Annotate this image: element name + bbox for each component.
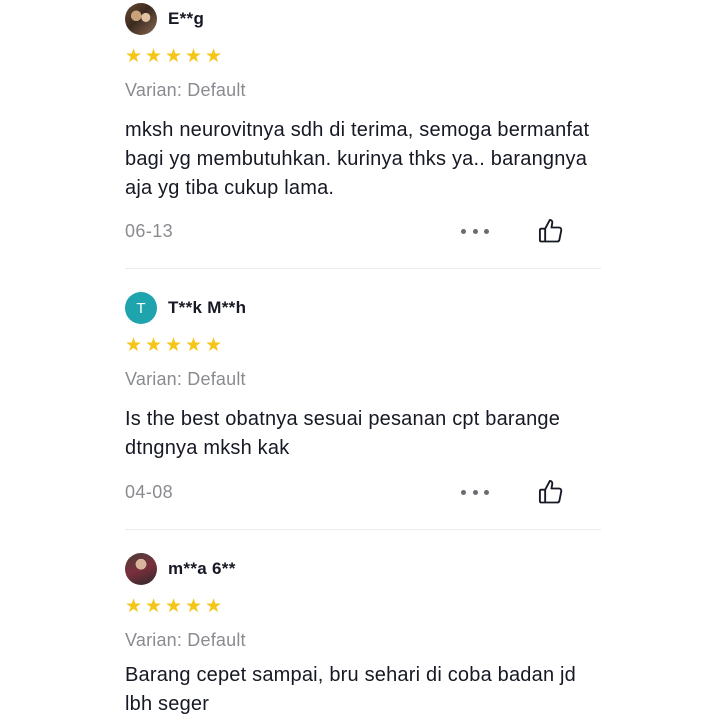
star-icon: ★ bbox=[185, 596, 203, 617]
star-icon: ★ bbox=[165, 335, 183, 356]
star-rating: ★ ★ ★ ★ ★ bbox=[125, 46, 223, 67]
review-date: 04-08 bbox=[125, 482, 174, 502]
star-icon: ★ bbox=[145, 335, 163, 356]
star-icon: ★ bbox=[125, 46, 143, 67]
avatar[interactable] bbox=[125, 3, 157, 35]
star-icon: ★ bbox=[165, 596, 183, 617]
star-icon: ★ bbox=[145, 596, 163, 617]
star-icon: ★ bbox=[205, 335, 223, 356]
star-icon: ★ bbox=[205, 46, 223, 67]
star-icon: ★ bbox=[145, 46, 163, 67]
review-text: Barang cepet sampai, bru sehari di coba … bbox=[125, 664, 576, 715]
review-date: 06-13 bbox=[125, 221, 174, 241]
more-options-icon[interactable] bbox=[461, 487, 489, 497]
reviewer-name[interactable]: T**k M**h bbox=[168, 298, 246, 318]
star-rating: ★ ★ ★ ★ ★ bbox=[125, 596, 223, 617]
star-icon: ★ bbox=[185, 46, 203, 67]
divider bbox=[125, 529, 601, 530]
review-header: E**g bbox=[125, 3, 601, 35]
star-rating: ★ ★ ★ ★ ★ bbox=[125, 335, 223, 356]
review-header: m**a 6** bbox=[125, 553, 601, 585]
divider bbox=[125, 268, 601, 269]
avatar[interactable] bbox=[125, 553, 157, 585]
star-icon: ★ bbox=[165, 46, 183, 67]
star-icon: ★ bbox=[205, 596, 223, 617]
thumbs-up-icon[interactable] bbox=[537, 217, 565, 245]
star-icon: ★ bbox=[125, 335, 143, 356]
variant-label: Varian: Default bbox=[125, 630, 246, 650]
star-icon: ★ bbox=[125, 596, 143, 617]
reviewer-name[interactable]: E**g bbox=[168, 9, 204, 29]
review-text: mksh neurovitnya sdh di terima, semoga b… bbox=[125, 119, 590, 199]
reviewer-name[interactable]: m**a 6** bbox=[168, 559, 236, 579]
thumbs-up-icon[interactable] bbox=[537, 478, 565, 506]
more-options-icon[interactable] bbox=[461, 226, 489, 236]
variant-label: Varian: Default bbox=[125, 369, 246, 389]
star-icon: ★ bbox=[185, 335, 203, 356]
review-text: Is the best obatnya sesuai pesanan cpt b… bbox=[125, 408, 561, 459]
review-header: T T**k M**h bbox=[125, 292, 601, 324]
variant-label: Varian: Default bbox=[125, 80, 246, 100]
avatar[interactable]: T bbox=[125, 292, 157, 324]
